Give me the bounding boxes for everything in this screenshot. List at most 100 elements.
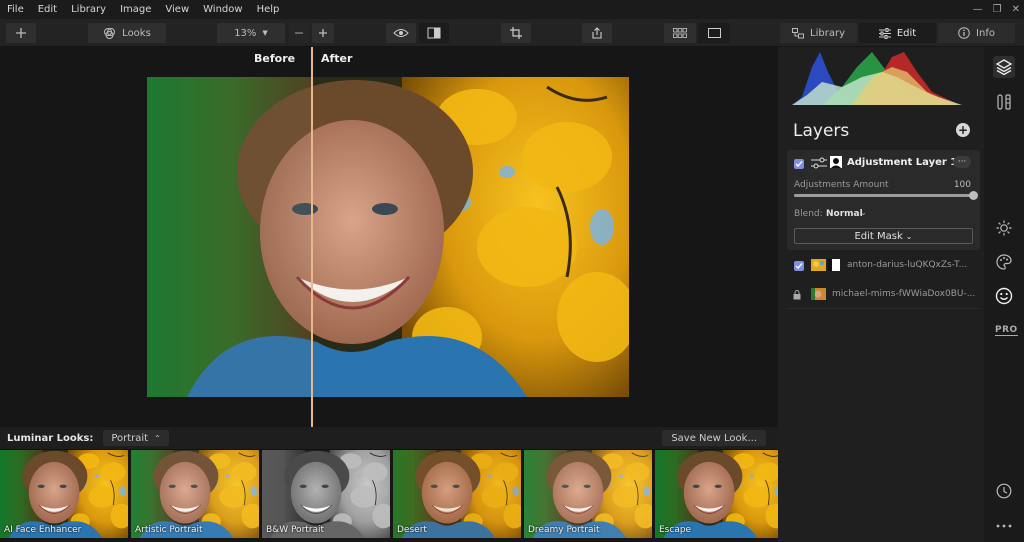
looks-category-select[interactable]: Portrait ⌃	[103, 430, 169, 446]
library-icon	[792, 27, 805, 38]
preview-button[interactable]	[386, 23, 416, 43]
tab-info-label: Info	[976, 27, 995, 39]
layer-thumbnail	[811, 288, 826, 300]
layer-mask-thumbnail[interactable]	[830, 156, 842, 168]
adjustment-layer-card[interactable]: Adjustment Layer 1 ··· Adjustments Amoun…	[787, 150, 980, 250]
look-name: Desert	[397, 525, 427, 535]
share-button[interactable]	[582, 23, 612, 43]
tab-info[interactable]: Info	[938, 23, 1015, 43]
more-icon	[996, 524, 1012, 528]
slider-fill	[794, 194, 974, 197]
look-thumbnail[interactable]: Escape	[655, 450, 783, 538]
base-layer-row[interactable]: michael-mims-fWWiaDox0BU-...	[787, 284, 980, 306]
slider-handle[interactable]	[969, 191, 978, 200]
zoom-in-button[interactable]	[312, 23, 334, 43]
blend-label: Blend:	[794, 209, 823, 219]
creative-tool[interactable]	[993, 251, 1015, 273]
layers-icon	[995, 59, 1013, 76]
zoom-select[interactable]: 13% ▼	[217, 23, 285, 43]
layer-visibility-checkbox[interactable]	[794, 261, 804, 271]
menu-edit[interactable]: Edit	[31, 4, 64, 15]
layer-visibility-checkbox[interactable]	[794, 159, 804, 169]
lock-icon	[793, 290, 801, 300]
split-view-icon	[427, 27, 441, 39]
plus-icon	[16, 28, 26, 38]
eye-icon	[393, 29, 409, 37]
chevron-down-icon: ⌄	[905, 231, 913, 241]
grid-view-button[interactable]	[664, 23, 696, 43]
layers-title: Layers	[793, 121, 850, 141]
before-after-divider[interactable]	[311, 47, 313, 427]
menu-view[interactable]: View	[158, 4, 196, 15]
adjustments-amount-label: Adjustments Amount	[794, 180, 889, 190]
crop-icon	[510, 27, 522, 39]
image-layer-row[interactable]: anton-darius-luQKQxZs-T...	[787, 255, 980, 277]
look-name: Escape	[659, 525, 692, 535]
image-canvas[interactable]: Before After	[0, 47, 778, 427]
essentials-tool[interactable]	[993, 217, 1015, 239]
tab-library[interactable]: Library	[780, 23, 857, 43]
portrait-tool[interactable]	[993, 285, 1015, 307]
look-thumbnail[interactable]: Desert	[393, 450, 521, 538]
layer-name: michael-mims-fWWiaDox0BU-...	[832, 289, 976, 299]
canvas-tool[interactable]	[993, 91, 1015, 113]
edit-panel: Layers + Adjustment Layer 1 ··· Adjustme…	[778, 47, 984, 542]
look-thumbnail[interactable]: B&W Portrait	[262, 450, 390, 538]
menu-window[interactable]: Window	[196, 4, 249, 15]
save-new-look-button[interactable]: Save New Look...	[662, 430, 766, 446]
adjustments-amount-value: 100	[953, 180, 971, 190]
look-name: Artistic Portrait	[135, 525, 203, 535]
share-icon	[592, 27, 602, 39]
layer-more-button[interactable]: ···	[953, 156, 971, 168]
info-icon	[958, 27, 970, 39]
edit-mask-label: Edit Mask	[854, 230, 903, 242]
layers-tool[interactable]	[993, 56, 1015, 78]
more-tools-button[interactable]	[993, 515, 1015, 537]
look-name: AI Face Enhancer	[4, 525, 82, 535]
zoom-out-button[interactable]	[289, 23, 309, 43]
single-view-button[interactable]	[698, 23, 730, 43]
crop-button[interactable]	[501, 23, 531, 43]
menu-help[interactable]: Help	[250, 4, 287, 15]
looks-category-value: Portrait	[111, 432, 149, 444]
history-tool[interactable]	[993, 480, 1015, 502]
palette-icon	[996, 254, 1012, 270]
minus-icon	[295, 32, 303, 34]
pro-tools-button[interactable]: PRO	[995, 325, 1018, 336]
menu-image[interactable]: Image	[113, 4, 158, 15]
edit-mask-button[interactable]: Edit Mask ⌄	[794, 228, 973, 244]
tab-edit[interactable]: Edit	[859, 23, 936, 43]
before-after-button[interactable]	[419, 23, 449, 43]
look-thumbnail[interactable]: AI Face Enhancer	[0, 450, 128, 538]
chevron-down-icon: ▼	[262, 29, 268, 37]
looks-icon	[104, 27, 116, 39]
add-layer-button[interactable]: +	[956, 123, 970, 137]
layer-thumbnail	[811, 259, 826, 271]
look-thumbnail[interactable]: Dreamy Portrait	[524, 450, 652, 538]
blend-mode-value[interactable]: Normal	[826, 209, 863, 219]
add-image-button[interactable]	[6, 23, 36, 43]
canvas-icon	[997, 94, 1011, 110]
adjustments-amount-slider[interactable]	[794, 191, 978, 200]
menu-library[interactable]: Library	[64, 4, 113, 15]
look-thumbnail[interactable]: Artistic Portrait	[131, 450, 259, 538]
close-icon[interactable]: ✕	[1012, 4, 1020, 15]
layer-mask-thumbnail[interactable]	[828, 259, 840, 271]
check-icon	[795, 263, 803, 270]
sun-icon	[996, 220, 1012, 236]
looks-bar: Luminar Looks: Portrait ⌃ Save New Look.…	[0, 427, 778, 449]
looks-strip: AI Face Enhancer Artistic Portrait B&W P…	[0, 450, 783, 542]
menu-file[interactable]: File	[0, 4, 31, 15]
restore-icon[interactable]: ❐	[993, 4, 1002, 15]
tools-rail: PRO	[984, 47, 1024, 542]
before-label: Before	[254, 52, 296, 65]
looks-button[interactable]: Looks	[88, 23, 166, 43]
smiley-icon	[995, 287, 1013, 305]
adjustment-sliders-icon	[811, 157, 827, 169]
layer-name: anton-darius-luQKQxZs-T...	[847, 260, 968, 270]
minimize-icon[interactable]: —	[973, 4, 983, 15]
tab-library-label: Library	[810, 27, 845, 39]
mode-tabs: Library Edit Info	[780, 23, 1015, 43]
grid-icon	[673, 28, 687, 38]
chevron-down-icon[interactable]: ⌄	[860, 208, 867, 217]
